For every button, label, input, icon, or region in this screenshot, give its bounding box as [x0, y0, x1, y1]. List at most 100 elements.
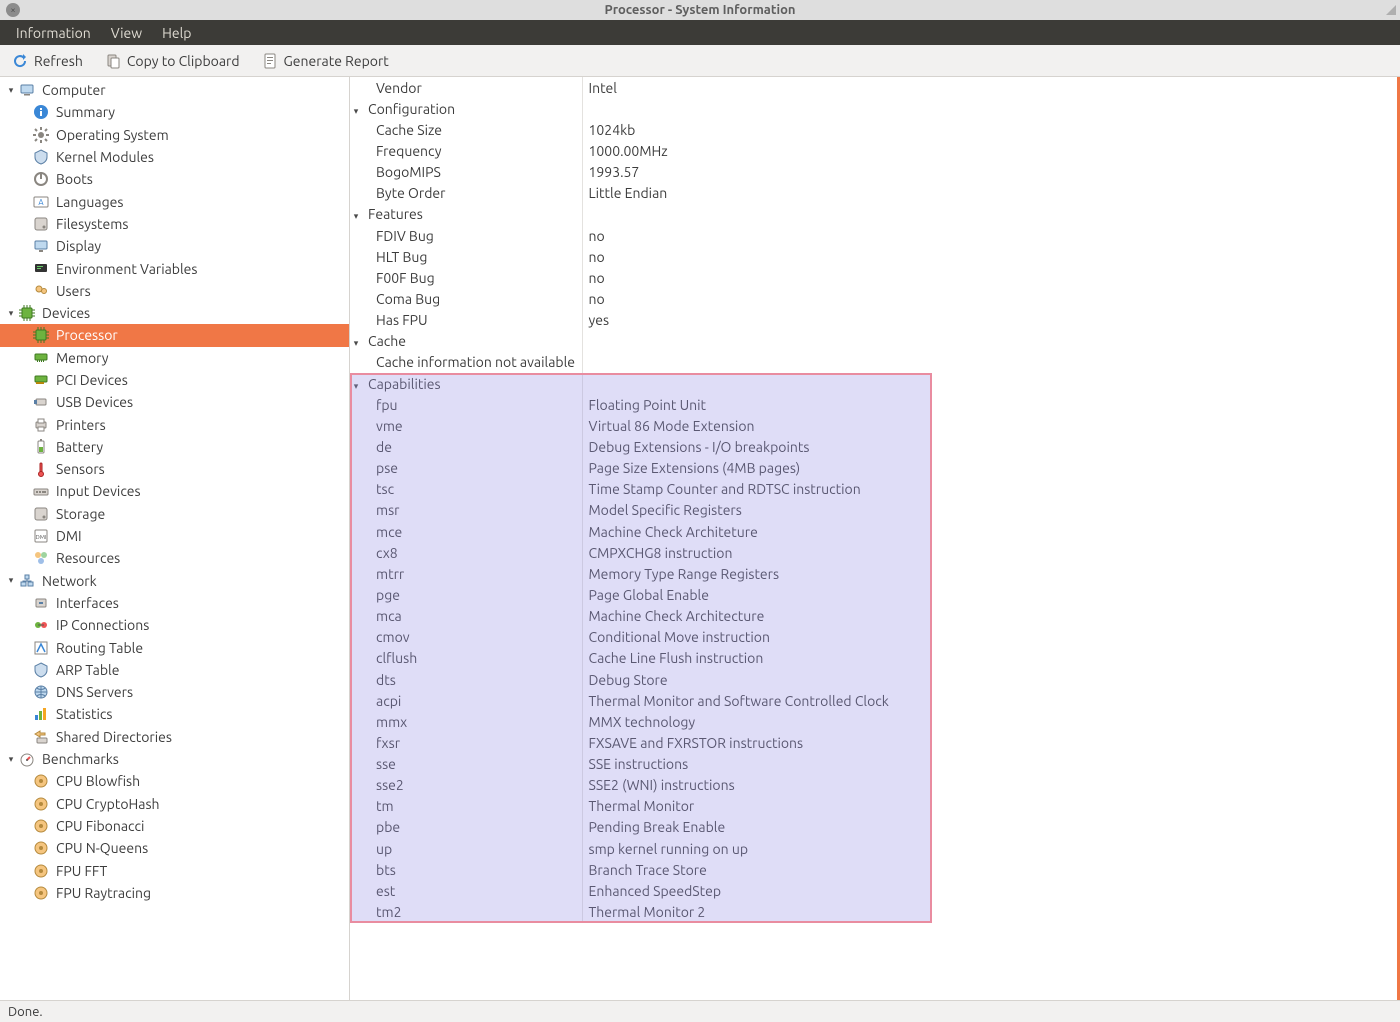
- sidebar-group-computer[interactable]: ▾Computer: [0, 79, 349, 101]
- expander-icon[interactable]: ▾: [4, 85, 18, 96]
- sidebar-item-statistics[interactable]: Statistics: [0, 703, 349, 725]
- sidebar-item-cpu-fibonacci[interactable]: CPU Fibonacci: [0, 815, 349, 837]
- sidebar-group-network[interactable]: ▾Network: [0, 570, 349, 592]
- detail-row[interactable]: mceMachine Check Architeture: [350, 521, 1282, 542]
- detail-row[interactable]: sseSSE instructions: [350, 754, 1282, 775]
- detail-row[interactable]: HLT Bugno: [350, 246, 1282, 267]
- detail-row[interactable]: tscTime Stamp Counter and RDTSC instruct…: [350, 479, 1282, 500]
- detail-row[interactable]: Coma Bugno: [350, 288, 1282, 309]
- detail-row[interactable]: tm2Thermal Monitor 2: [350, 901, 1282, 922]
- detail-section-capabilities[interactable]: ▾Capabilities: [350, 373, 1282, 394]
- sidebar-item-routing-table[interactable]: Routing Table: [0, 636, 349, 658]
- detail-row[interactable]: pgePage Global Enable: [350, 584, 1282, 605]
- sidebar-item-cpu-blowfish[interactable]: CPU Blowfish: [0, 770, 349, 792]
- detail-row[interactable]: Has FPUyes: [350, 310, 1282, 331]
- detail-row[interactable]: mmxMMX technology: [350, 711, 1282, 732]
- menu-information[interactable]: Information: [6, 20, 101, 45]
- detail-key: mtrr: [376, 566, 404, 582]
- sidebar-item-input-devices[interactable]: Input Devices: [0, 480, 349, 502]
- detail-row[interactable]: pbePending Break Enable: [350, 817, 1282, 838]
- detail-key: de: [376, 439, 392, 455]
- sidebar-item-label: Input Devices: [56, 483, 141, 499]
- report-button[interactable]: Generate Report: [256, 50, 395, 72]
- detail-row[interactable]: btsBranch Trace Store: [350, 859, 1282, 880]
- detail-section-cache[interactable]: ▾Cache: [350, 331, 1282, 352]
- expander-icon[interactable]: ▾: [4, 308, 18, 319]
- detail-row[interactable]: psePage Size Extensions (4MB pages): [350, 458, 1282, 479]
- sidebar-item-resources[interactable]: Resources: [0, 547, 349, 569]
- sidebar-item-pci-devices[interactable]: PCI Devices: [0, 369, 349, 391]
- detail-row[interactable]: Byte OrderLittle Endian: [350, 183, 1282, 204]
- sidebar-group-devices[interactable]: ▾Devices: [0, 302, 349, 324]
- sidebar-group-benchmarks[interactable]: ▾Benchmarks: [0, 748, 349, 770]
- detail-row[interactable]: acpiThermal Monitor and Software Control…: [350, 690, 1282, 711]
- expander-icon[interactable]: ▾: [350, 106, 362, 117]
- sidebar-item-storage[interactable]: Storage: [0, 503, 349, 525]
- menu-view[interactable]: View: [101, 20, 152, 45]
- detail-value: CMPXCHG8 instruction: [589, 545, 733, 561]
- sidebar-item-ip-connections[interactable]: IP Connections: [0, 614, 349, 636]
- sidebar-item-kernel-modules[interactable]: Kernel Modules: [0, 146, 349, 168]
- detail-row[interactable]: sse2SSE2 (WNI) instructions: [350, 775, 1282, 796]
- detail-section-features[interactable]: ▾Features: [350, 204, 1282, 225]
- detail-row[interactable]: F00F Bugno: [350, 267, 1282, 288]
- detail-row[interactable]: tmThermal Monitor: [350, 796, 1282, 817]
- sidebar-tree[interactable]: ▾ComputerSummaryOperating SystemKernel M…: [0, 77, 350, 1000]
- detail-row[interactable]: cmovConditional Move instruction: [350, 627, 1282, 648]
- sidebar-item-environment-variables[interactable]: Environment Variables: [0, 257, 349, 279]
- expander-icon[interactable]: ▾: [350, 211, 362, 222]
- resize-grip-icon[interactable]: [1384, 3, 1396, 15]
- sidebar-item-cpu-cryptohash[interactable]: CPU CryptoHash: [0, 793, 349, 815]
- detail-row[interactable]: FDIV Bugno: [350, 225, 1282, 246]
- sidebar-item-cpu-n-queens[interactable]: CPU N-Queens: [0, 837, 349, 859]
- sidebar-item-fpu-fft[interactable]: FPU FFT: [0, 859, 349, 881]
- detail-row[interactable]: Frequency1000.00MHz: [350, 140, 1282, 161]
- sidebar-item-filesystems[interactable]: Filesystems: [0, 213, 349, 235]
- sidebar-item-printers[interactable]: Printers: [0, 413, 349, 435]
- sidebar-item-operating-system[interactable]: Operating System: [0, 124, 349, 146]
- menu-help[interactable]: Help: [152, 20, 201, 45]
- content-scroll[interactable]: VendorIntel▾ConfigurationCache Size1024k…: [350, 77, 1400, 1000]
- titlebar[interactable]: × Processor - System Information: [0, 0, 1400, 20]
- detail-value: Page Size Extensions (4MB pages): [589, 460, 801, 476]
- sidebar-item-dmi[interactable]: DMIDMI: [0, 525, 349, 547]
- detail-row[interactable]: dtsDebug Store: [350, 669, 1282, 690]
- expander-icon[interactable]: ▾: [4, 575, 18, 586]
- detail-row[interactable]: Cache information not available: [350, 352, 1282, 373]
- sidebar-item-fpu-raytracing[interactable]: FPU Raytracing: [0, 882, 349, 904]
- sidebar-item-dns-servers[interactable]: DNS Servers: [0, 681, 349, 703]
- expander-icon[interactable]: ▾: [4, 754, 18, 765]
- detail-row[interactable]: VendorIntel: [350, 77, 1282, 98]
- detail-row[interactable]: Cache Size1024kb: [350, 119, 1282, 140]
- detail-section-configuration[interactable]: ▾Configuration: [350, 98, 1282, 119]
- sidebar-item-sensors[interactable]: Sensors: [0, 458, 349, 480]
- detail-row[interactable]: fxsrFXSAVE and FXRSTOR instructions: [350, 732, 1282, 753]
- detail-row[interactable]: BogoMIPS1993.57: [350, 162, 1282, 183]
- copy-button[interactable]: Copy to Clipboard: [99, 50, 246, 72]
- detail-row[interactable]: upsmp kernel running on up: [350, 838, 1282, 859]
- sidebar-item-battery[interactable]: Battery: [0, 436, 349, 458]
- sidebar-item-arp-table[interactable]: ARP Table: [0, 659, 349, 681]
- detail-row[interactable]: msrModel Specific Registers: [350, 500, 1282, 521]
- detail-row[interactable]: mtrrMemory Type Range Registers: [350, 563, 1282, 584]
- sidebar-item-boots[interactable]: Boots: [0, 168, 349, 190]
- detail-row[interactable]: mcaMachine Check Architecture: [350, 606, 1282, 627]
- sidebar-item-shared-directories[interactable]: Shared Directories: [0, 726, 349, 748]
- detail-row[interactable]: fpuFloating Point Unit: [350, 394, 1282, 415]
- refresh-button[interactable]: Refresh: [6, 50, 89, 72]
- expander-icon[interactable]: ▾: [350, 338, 362, 349]
- sidebar-item-usb-devices[interactable]: USB Devices: [0, 391, 349, 413]
- detail-row[interactable]: clflushCache Line Flush instruction: [350, 648, 1282, 669]
- sidebar-item-summary[interactable]: Summary: [0, 101, 349, 123]
- detail-row[interactable]: cx8CMPXCHG8 instruction: [350, 542, 1282, 563]
- sidebar-item-languages[interactable]: ALanguages: [0, 190, 349, 212]
- detail-row[interactable]: vmeVirtual 86 Mode Extension: [350, 415, 1282, 436]
- detail-row[interactable]: estEnhanced SpeedStep: [350, 880, 1282, 901]
- sidebar-item-memory[interactable]: Memory: [0, 347, 349, 369]
- detail-row[interactable]: deDebug Extensions - I/O breakpoints: [350, 436, 1282, 457]
- sidebar-item-processor[interactable]: Processor: [0, 324, 349, 346]
- sidebar-item-display[interactable]: Display: [0, 235, 349, 257]
- sidebar-item-interfaces[interactable]: Interfaces: [0, 592, 349, 614]
- expander-icon[interactable]: ▾: [350, 381, 362, 392]
- sidebar-item-users[interactable]: Users: [0, 280, 349, 302]
